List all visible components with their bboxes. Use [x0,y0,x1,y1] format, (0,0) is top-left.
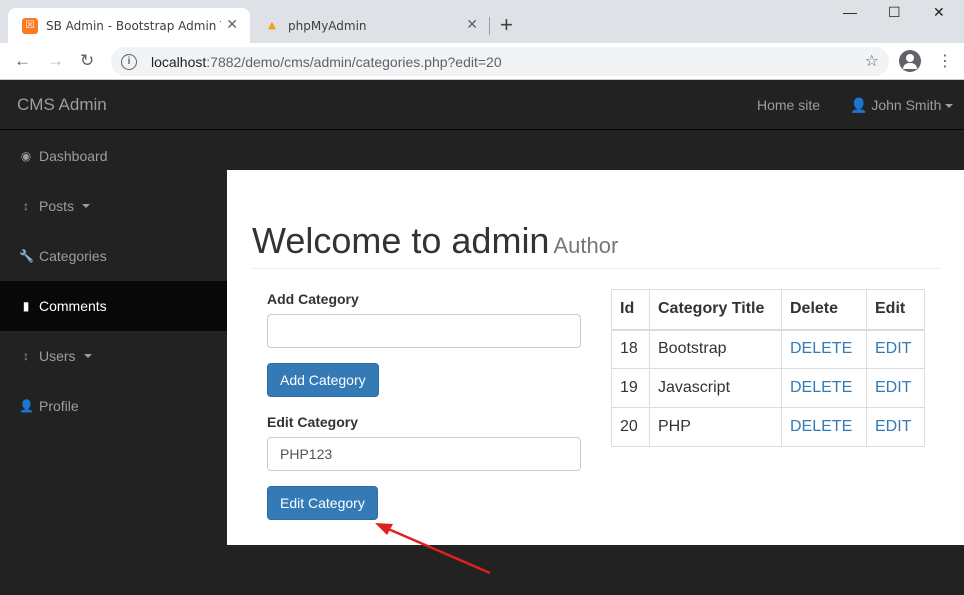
column-header-delete: Delete [781,289,867,331]
delete-link[interactable]: DELETE [781,407,867,447]
sidebar-item-label: Profile [39,398,79,414]
caret-down-icon [945,104,954,109]
sidebar-item-profile[interactable]: 👤 Profile [0,381,227,431]
url-input[interactable]: i localhost:7882/demo/cms/admin/categori… [111,47,889,76]
user-dropdown[interactable]: 👤 John Smith [850,97,954,114]
title-divider [252,268,940,269]
tab-sb-admin[interactable]: ☒ SB Admin - Bootstrap Admin Template ✕ [8,8,250,43]
home-site-link[interactable]: Home site [757,97,820,113]
forward-arrow-icon[interactable]: → [47,51,64,71]
column-header-title: Category Title [649,289,782,331]
sidebar-item-users[interactable]: ↕ Users [0,331,227,381]
cell-id: 18 [611,329,650,369]
cell-title: Bootstrap [649,329,782,369]
add-category-button[interactable]: Add Category [267,363,379,397]
categories-table: Id Category Title Delete Edit 18 Bootstr… [611,289,925,447]
sidebar-item-dashboard[interactable]: ◉ Dashboard [0,131,227,181]
close-window-button[interactable]: ✕ [933,4,945,21]
table-header-row: Id Category Title Delete Edit [611,289,925,331]
url-text: localhost:7882/demo/cms/admin/categories… [151,53,502,70]
table-row: 19 Javascript DELETE EDIT [611,368,925,408]
cell-id: 20 [611,407,650,447]
close-tab-icon[interactable]: ✕ [226,17,238,33]
back-arrow-icon[interactable]: ← [14,51,31,71]
minimize-button[interactable]: — [843,4,857,20]
arrows-v-icon: ↕ [23,349,29,363]
sidebar-item-label: Posts [39,198,75,214]
cell-id: 19 [611,368,650,408]
page-content: Welcome to admin Author Add Category Add … [227,170,964,545]
table-row: 18 Bootstrap DELETE EDIT [611,329,925,369]
pma-icon: ▲ [268,20,276,31]
sidebar-item-label: Categories [39,248,107,264]
delete-link[interactable]: DELETE [781,329,867,369]
page-title: Welcome to admin Author [252,220,619,261]
xampp-icon: ☒ [22,17,38,34]
sidebar: ◉ Dashboard ↕ Posts 🔧 Categories ▮ Comme… [0,131,227,595]
info-icon[interactable]: i [121,53,137,70]
user-name: John Smith [871,97,942,113]
edit-link[interactable]: EDIT [866,329,925,369]
caret-down-icon [83,354,92,358]
sidebar-item-label: Comments [39,298,107,314]
user-icon: 👤 [850,97,868,113]
edit-category-label: Edit Category [267,414,359,430]
caret-down-icon [82,204,91,208]
sidebar-item-label: Users [39,348,76,364]
wrench-icon: 🔧 [19,249,34,263]
address-bar-row: ← → ↻ i localhost:7882/demo/cms/admin/ca… [0,43,964,80]
browser-tab-strip: ☒ SB Admin - Bootstrap Admin Template ✕ … [0,0,964,43]
column-header-edit: Edit [866,289,925,331]
new-tab-button[interactable]: + [500,12,513,38]
top-navbar: CMS Admin Home site 👤 John Smith [0,81,964,130]
dashboard-icon: ◉ [20,149,32,163]
tab-title: SB Admin - Bootstrap Admin Template [46,18,221,33]
profile-avatar-icon[interactable] [899,50,921,72]
column-header-id: Id [611,289,650,331]
edit-link[interactable]: EDIT [866,407,925,447]
bookmark-star-icon[interactable]: ☆ [865,51,879,71]
sidebar-item-posts[interactable]: ↕ Posts [0,181,227,231]
sidebar-item-categories[interactable]: 🔧 Categories [0,231,227,281]
file-icon: ▮ [22,299,30,313]
reload-icon[interactable]: ↻ [80,51,94,71]
table-row: 20 PHP DELETE EDIT [611,407,925,447]
cell-title: Javascript [649,368,782,408]
arrows-v-icon: ↕ [23,199,29,213]
tab-divider [489,17,490,35]
menu-kebab-icon[interactable]: ⋮ [937,51,953,71]
add-category-label: Add Category [267,291,359,307]
sidebar-item-label: Dashboard [39,148,108,164]
edit-category-button[interactable]: Edit Category [267,486,378,520]
edit-category-input[interactable]: PHP123 [267,437,581,471]
brand-link[interactable]: CMS Admin [17,95,107,115]
edit-link[interactable]: EDIT [866,368,925,408]
sidebar-item-comments[interactable]: ▮ Comments [0,281,227,331]
add-category-input[interactable] [267,314,581,348]
close-tab-icon[interactable]: ✕ [466,17,478,33]
maximize-button[interactable]: ☐ [888,4,901,21]
cell-title: PHP [649,407,782,447]
user-icon: 👤 [19,399,34,413]
page-subtitle: Author [553,233,619,258]
tab-title: phpMyAdmin [288,18,367,33]
delete-link[interactable]: DELETE [781,368,867,408]
tab-phpmyadmin[interactable]: ▲ phpMyAdmin ✕ [250,8,490,43]
